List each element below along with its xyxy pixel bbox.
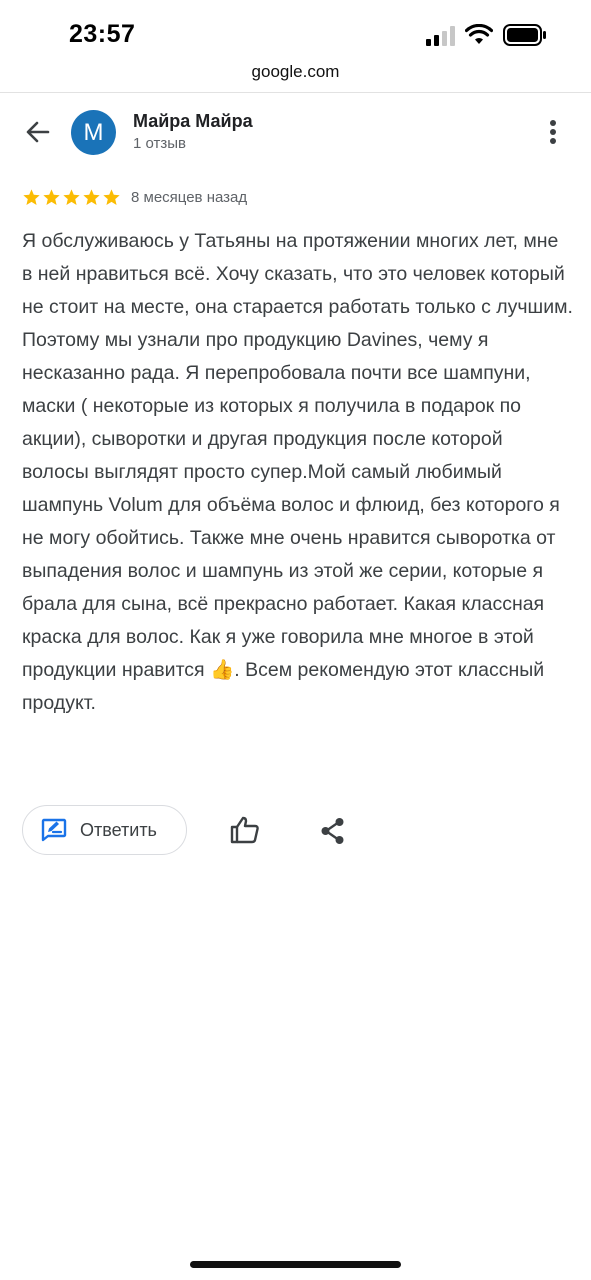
battery-icon	[503, 24, 546, 46]
reviewer-avatar[interactable]: M	[71, 110, 116, 155]
status-bar: 23:57	[0, 0, 591, 62]
wifi-icon	[465, 24, 493, 44]
review-date: 8 месяцев назад	[131, 188, 248, 206]
avatar-letter: M	[83, 119, 104, 146]
url-text: google.com	[251, 62, 340, 81]
review-text: Я обслуживаюсь у Татьяны на протяжении м…	[22, 230, 573, 714]
cellular-signal-icon	[426, 26, 455, 46]
reviewer-review-count: 1 отзыв	[133, 135, 187, 152]
star-rating	[22, 188, 121, 207]
star-icon	[83, 188, 100, 205]
star-icon	[103, 188, 120, 205]
back-arrow-icon[interactable]	[20, 114, 56, 150]
rating-row: 8 месяцев назад	[22, 186, 247, 208]
reply-edit-icon	[41, 818, 67, 842]
address-bar-divider	[0, 92, 591, 93]
address-bar[interactable]: google.com	[0, 62, 591, 92]
share-icon[interactable]	[320, 817, 346, 845]
home-indicator[interactable]	[190, 1261, 401, 1268]
star-icon	[63, 188, 80, 205]
status-time: 23:57	[69, 20, 136, 48]
star-icon	[43, 188, 60, 205]
reviewer-name[interactable]: Майра Майра	[133, 111, 253, 132]
thumbs-up-icon[interactable]	[229, 815, 261, 845]
more-options-icon[interactable]	[540, 116, 566, 148]
reply-button[interactable]: Ответить	[22, 805, 187, 855]
star-icon	[23, 188, 40, 205]
reply-button-label: Ответить	[80, 819, 157, 840]
